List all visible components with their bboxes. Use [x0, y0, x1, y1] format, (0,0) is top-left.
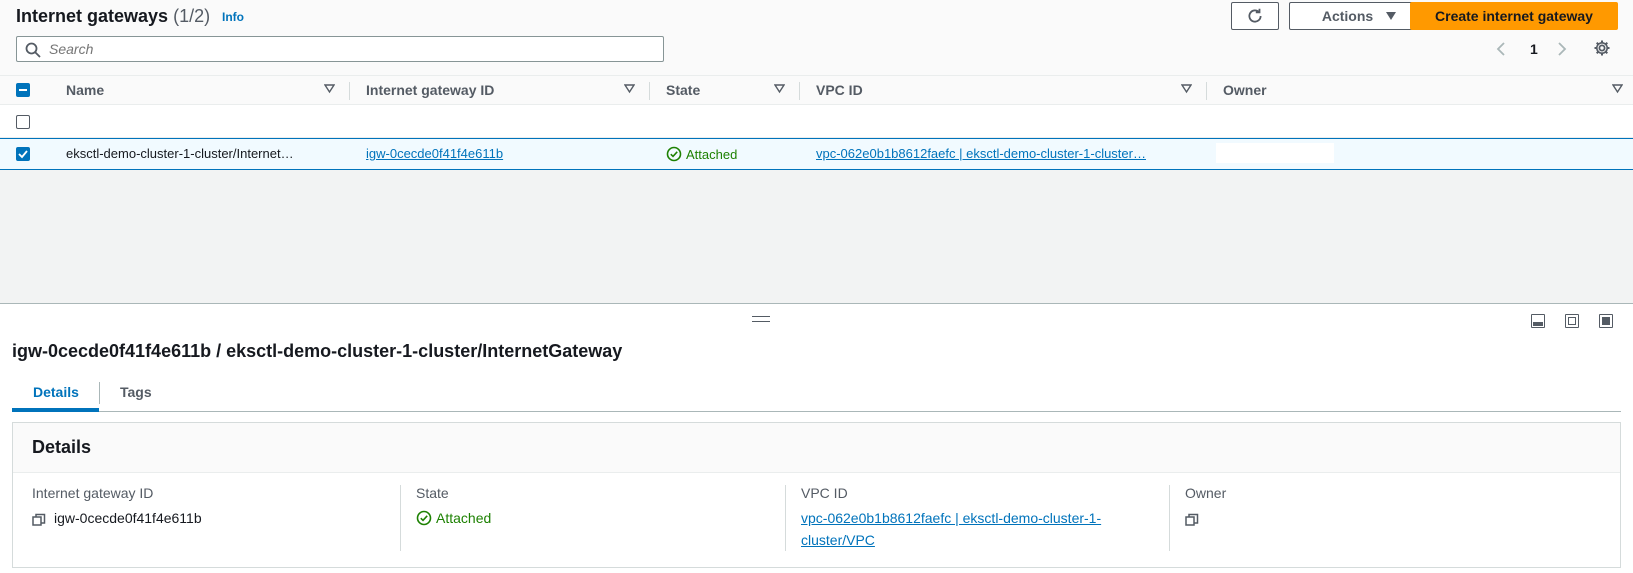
column-header-state[interactable]: State [666, 82, 700, 98]
search-icon [25, 42, 41, 58]
details-header: Details [13, 423, 1620, 473]
detail-value [1185, 507, 1565, 526]
column-resizer[interactable] [1206, 82, 1207, 100]
column-resizer[interactable] [799, 82, 800, 100]
column-header-owner[interactable]: Owner [1223, 82, 1267, 98]
page-title: Internet gateways (1/2) [16, 6, 210, 27]
state-text: Attached [686, 146, 738, 162]
caret-down-icon [1386, 12, 1397, 20]
split-panel-title: igw-0cecde0f41f4e611b / eksctl-demo-clus… [12, 341, 623, 361]
detail-label: Internet gateway ID [32, 485, 154, 501]
status-success-icon [416, 510, 432, 526]
refresh-icon [1248, 8, 1262, 23]
refresh-button[interactable] [1231, 2, 1279, 30]
detail-vpc-id: VPC ID vpc-062e0b1b8612faefc | eksctl-de… [801, 485, 1151, 551]
copy-icon[interactable] [32, 511, 46, 526]
detail-value: Attached [416, 507, 796, 529]
create-internet-gateway-button[interactable]: Create internet gateway [1410, 2, 1618, 30]
cell-vpc-id-link[interactable]: vpc-062e0b1b8612faefc | eksctl-demo-clus… [816, 146, 1188, 161]
search-box[interactable] [16, 36, 664, 62]
column-resizer[interactable] [349, 82, 350, 100]
actions-label: Actions [1321, 8, 1374, 24]
sort-icon[interactable] [1612, 84, 1623, 94]
active-tab-indicator [12, 408, 99, 412]
page-number[interactable]: 1 [1530, 38, 1538, 60]
sort-icon[interactable] [324, 84, 335, 94]
details-container: Details Internet gateway ID igw-0cecde0f… [12, 422, 1621, 568]
panel-side-icon[interactable] [1565, 314, 1579, 328]
detail-state: State Attached [416, 485, 796, 529]
cell-name: eksctl-demo-cluster-1-cluster/Internet… [66, 146, 294, 161]
column-header-igw-id[interactable]: Internet gateway ID [366, 82, 494, 98]
info-link[interactable]: Info [222, 10, 244, 24]
page-header: Internet gateways (1/2) Info Actions Cre… [0, 0, 1633, 75]
column-header-vpc-id[interactable]: VPC ID [816, 82, 863, 98]
table-header: Name Internet gateway ID State VPC ID Ow… [0, 75, 1633, 105]
chevron-left-icon [1496, 42, 1505, 56]
cell-igw-id-link[interactable]: igw-0cecde0f41f4e611b [366, 146, 636, 161]
split-panel: igw-0cecde0f41f4e611b / eksctl-demo-clus… [0, 304, 1633, 573]
search-input[interactable] [49, 40, 649, 58]
sort-icon[interactable] [624, 84, 635, 94]
panel-full-icon[interactable] [1599, 314, 1613, 328]
create-label: Create internet gateway [1435, 8, 1593, 24]
tab-details[interactable]: Details [33, 384, 79, 400]
detail-value: vpc-062e0b1b8612faefc | eksctl-demo-clus… [801, 507, 1151, 551]
table-row[interactable]: eksctl-demo-cluster-1-cluster/Internet… … [0, 138, 1633, 170]
table-body-background [0, 170, 1633, 304]
vpc-id-link-line2[interactable]: cluster/VPC [801, 529, 1151, 551]
next-page-button[interactable] [1557, 38, 1567, 60]
detail-label: Owner [1185, 485, 1227, 501]
selection-count: (1/2) [173, 6, 211, 26]
column-divider [785, 485, 786, 551]
cell-state: Attached [666, 146, 737, 162]
state-value: Attached [436, 510, 492, 526]
tab-divider [99, 382, 100, 404]
igw-id-value: igw-0cecde0f41f4e611b [54, 510, 202, 526]
column-divider [400, 485, 401, 551]
row-checkbox[interactable] [16, 115, 30, 129]
cell-owner [1216, 143, 1334, 163]
actions-button[interactable]: Actions [1289, 2, 1430, 30]
details-heading: Details [32, 437, 92, 457]
detail-label: State [416, 485, 449, 501]
drag-handle-icon[interactable] [752, 316, 770, 322]
status-success-icon [666, 146, 682, 162]
select-all-checkbox[interactable] [16, 83, 30, 97]
detail-label: VPC ID [801, 485, 848, 501]
settings-gear-icon [1594, 40, 1610, 56]
vpc-id-link-line1[interactable]: vpc-062e0b1b8612faefc | eksctl-demo-clus… [801, 507, 1151, 529]
panel-bottom-icon[interactable] [1531, 314, 1545, 328]
detail-igw-id: Internet gateway ID igw-0cecde0f41f4e611… [32, 485, 412, 529]
detail-value: igw-0cecde0f41f4e611b [32, 507, 412, 529]
detail-owner: Owner [1185, 485, 1565, 526]
tab-bar: Details Tags [12, 374, 1621, 412]
column-resizer[interactable] [649, 82, 650, 100]
sort-icon[interactable] [774, 84, 785, 94]
chevron-right-icon [1558, 42, 1567, 56]
table-row[interactable] [0, 106, 1633, 138]
previous-page-button[interactable] [1496, 38, 1506, 60]
sort-icon[interactable] [1181, 84, 1192, 94]
column-divider [1169, 485, 1170, 551]
preferences-button[interactable] [1593, 39, 1611, 60]
row-checkbox[interactable] [16, 147, 30, 161]
copy-icon[interactable] [1185, 511, 1199, 526]
title-text: Internet gateways [16, 6, 169, 26]
tab-tags[interactable]: Tags [120, 384, 152, 400]
column-header-name[interactable]: Name [66, 82, 104, 98]
check-icon [18, 150, 28, 159]
